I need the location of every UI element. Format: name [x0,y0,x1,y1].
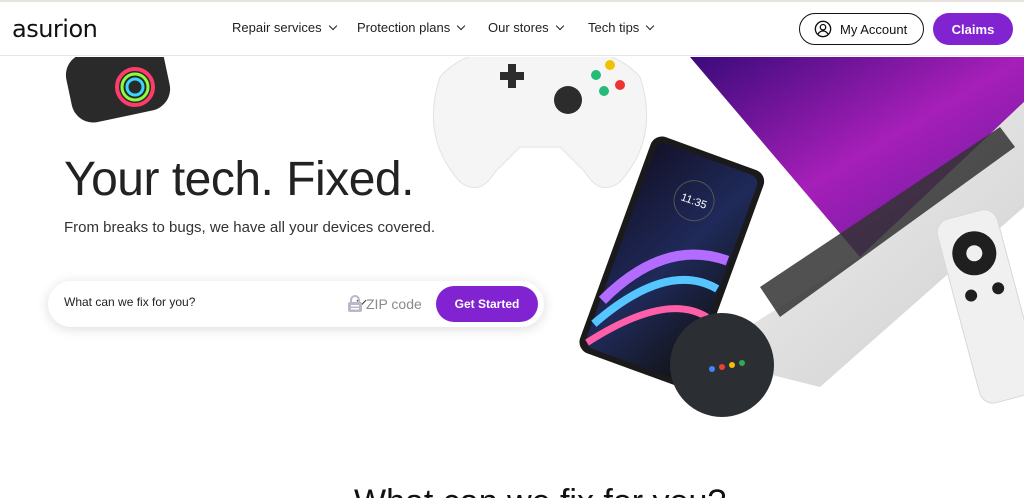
chevron-down-icon [646,21,655,30]
chevron-down-icon [555,21,564,30]
chevron-down-icon [456,21,466,30]
smartwatch-illustration [65,57,171,123]
smart-speaker-illustration [670,313,774,417]
nav-our-stores[interactable]: Our stores [488,20,564,35]
next-section-heading: What can we fix for you? [354,483,726,498]
nav-label: Repair services [232,20,322,35]
repair-search-card: What can we fix for you? Get Started [48,281,544,327]
chevron-down-icon [328,21,337,30]
zip-lock-icon [348,295,362,312]
game-controller-illustration [432,57,648,189]
get-started-button[interactable]: Get Started [436,286,538,322]
nav-label: Tech tips [588,20,640,35]
site-header: asurion Repair services Protection plans… [0,2,1024,56]
claims-button[interactable]: Claims [933,13,1013,45]
my-account-label: My Account [840,21,908,37]
my-account-button[interactable]: My Account [799,13,924,45]
hero-subtitle: From breaks to bugs, we have all your de… [64,219,436,236]
nav-protection-plans[interactable]: Protection plans [357,20,466,35]
user-circle-icon [814,20,832,38]
device-select[interactable]: What can we fix for you? [64,295,195,309]
remote-control-illustration [936,209,1024,404]
asurion-logo[interactable]: asurion [12,15,98,43]
nav-repair-services[interactable]: Repair services [232,20,337,35]
hero-title: Your tech. Fixed. [64,153,414,206]
nav-tech-tips[interactable]: Tech tips [588,20,655,35]
nav-label: Our stores [488,20,549,35]
zip-code-input[interactable] [366,291,432,317]
nav-label: Protection plans [357,20,451,35]
device-collage-image: 11:35 [65,57,1024,417]
